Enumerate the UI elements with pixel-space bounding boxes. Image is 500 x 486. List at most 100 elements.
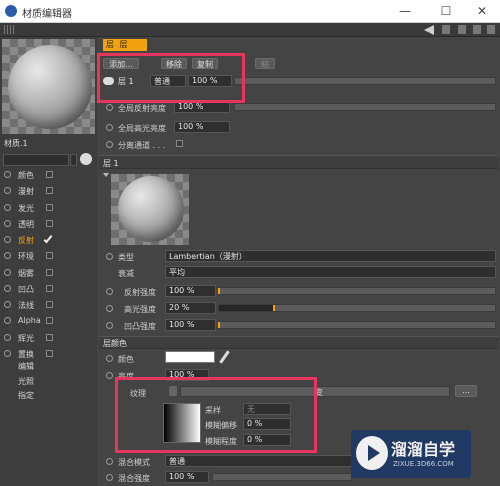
mix-strength-field[interactable]: 100 % [165, 471, 209, 483]
bump-strength-handle[interactable] [218, 322, 220, 328]
reflect-strength-handle[interactable] [218, 288, 220, 294]
channel-checkbox[interactable] [46, 317, 53, 325]
color-swatch[interactable] [165, 351, 215, 363]
mix-strength-radio[interactable] [106, 474, 113, 481]
attenuation-value: 平均 [169, 268, 185, 277]
channel-checkbox[interactable] [46, 268, 53, 276]
separate-pass-checkbox[interactable] [176, 140, 183, 147]
channel-radio[interactable] [4, 317, 11, 325]
lock-icon[interactable] [458, 25, 466, 34]
title-bar: 材质编辑器 — ☐ ✕ [0, 0, 500, 23]
minimize-button[interactable]: — [393, 3, 417, 19]
channel-radio[interactable] [4, 236, 11, 243]
channel-label: 辉光 [18, 333, 34, 343]
layer-opacity-slider[interactable] [234, 77, 496, 85]
channel-radio[interactable] [4, 171, 11, 178]
spec-brightness-radio[interactable] [106, 124, 113, 131]
extra-item[interactable]: 编辑 [18, 361, 34, 372]
channel-radio[interactable] [4, 219, 11, 227]
color-radio[interactable] [106, 355, 113, 362]
watermark-title: 溜溜自学 [391, 440, 456, 459]
channel-item[interactable]: 环境 [0, 248, 97, 263]
channel-item[interactable]: 烟雾 [0, 265, 97, 280]
channel-checkbox[interactable] [46, 301, 53, 308]
channel-checkbox[interactable] [46, 171, 53, 178]
global-spec-brightness-field[interactable]: 100 % [174, 121, 230, 133]
bump-strength-slider[interactable] [218, 321, 496, 329]
extra-item[interactable]: 光照 [18, 376, 34, 387]
channel-label: 环境 [18, 252, 34, 262]
channel-item[interactable]: 法线 [0, 297, 97, 312]
channel-checkbox[interactable] [46, 219, 53, 227]
reflect-strength-slider[interactable] [218, 287, 496, 295]
paste-layer-button[interactable]: 粘 [255, 58, 275, 69]
channel-item[interactable]: 置换 [0, 346, 97, 361]
channel-item[interactable]: 漫射 [0, 183, 97, 198]
channel-item[interactable]: Alpha [0, 313, 97, 328]
channel-item[interactable]: 反射 [0, 232, 97, 247]
texture-highlight [115, 377, 317, 453]
extra-item[interactable]: 指定 [18, 390, 34, 401]
close-button[interactable]: ✕ [470, 3, 494, 19]
attenuation-select[interactable]: 平均 [165, 266, 496, 278]
mix-strength-slider[interactable] [212, 473, 352, 481]
channel-checkmark-icon[interactable] [43, 233, 53, 244]
channel-checkbox[interactable] [46, 333, 53, 341]
channel-item[interactable]: 辉光 [0, 330, 97, 345]
mix-mode-label: 混合模式 [118, 458, 150, 467]
separate-pass-radio[interactable] [106, 141, 113, 148]
channel-radio[interactable] [4, 333, 11, 341]
channel-radio[interactable] [4, 187, 11, 195]
reflect-brightness-radio[interactable] [106, 104, 113, 111]
spec-strength-slider[interactable] [218, 304, 496, 312]
spec-strength-radio[interactable] [106, 305, 113, 312]
material-name-field[interactable] [3, 154, 69, 166]
channel-checkbox[interactable] [46, 187, 53, 195]
mix-mode-radio[interactable] [106, 458, 113, 465]
channel-radio[interactable] [4, 203, 11, 211]
menu-icon[interactable] [487, 25, 495, 34]
mix-mode-select[interactable]: 普通 [165, 455, 355, 467]
reflect-strength-radio[interactable] [106, 288, 113, 295]
channel-radio[interactable] [4, 284, 11, 292]
texture-more-button[interactable]: ... [455, 385, 477, 397]
channel-item[interactable]: 透明 [0, 216, 97, 231]
brightness-radio[interactable] [106, 372, 113, 379]
grip-icon[interactable] [4, 25, 14, 34]
extra-list: 编辑 光照 指定 [0, 361, 97, 421]
spec-strength-field[interactable]: 20 % [165, 302, 216, 314]
channel-checkbox[interactable] [46, 203, 53, 211]
channel-item[interactable]: 发光 [0, 200, 97, 215]
play-triangle-icon [368, 445, 380, 461]
channel-sidebar: 材质.1 颜色 漫射发光 透明 反射环境烟雾 凹凸 法线 Alpha 辉光置换 编辑光照指定 [0, 37, 97, 486]
channel-checkbox[interactable] [46, 252, 53, 260]
channel-checkbox[interactable] [46, 349, 53, 357]
channel-item[interactable]: 凹凸 [0, 281, 97, 296]
channel-item[interactable]: 颜色 [0, 167, 97, 182]
material-name[interactable]: 材质.1 [4, 138, 94, 150]
new-icon[interactable] [473, 25, 481, 34]
reflect-strength-field[interactable]: 100 % [165, 285, 216, 297]
attenuation-label: 衰减 [118, 269, 134, 278]
bump-strength-field[interactable]: 100 % [165, 319, 216, 331]
tab-layer-label: 层 [106, 40, 114, 49]
bump-strength-radio[interactable] [106, 322, 113, 329]
tab-layer[interactable]: 层 层 [103, 39, 147, 51]
nav-up-icon[interactable] [442, 25, 450, 34]
maximize-button[interactable]: ☐ [434, 3, 458, 19]
global-reflect-brightness-slider[interactable] [234, 103, 496, 111]
channel-radio[interactable] [4, 349, 11, 357]
picker-icon[interactable] [80, 153, 92, 165]
spec-strength-handle[interactable] [273, 305, 276, 311]
channel-radio[interactable] [4, 268, 11, 276]
channel-radio[interactable] [4, 252, 11, 260]
color-label: 颜色 [118, 355, 134, 364]
dropdown-arrow-icon[interactable] [70, 154, 77, 166]
collapse-arrow-icon[interactable] [103, 173, 109, 177]
channel-checkbox[interactable] [46, 284, 53, 292]
nav-back-icon[interactable] [424, 25, 434, 35]
type-select[interactable]: Lambertian（漫射） [165, 250, 496, 262]
type-radio[interactable] [106, 253, 113, 260]
eyedropper-icon[interactable] [219, 350, 230, 364]
channel-radio[interactable] [4, 301, 11, 308]
